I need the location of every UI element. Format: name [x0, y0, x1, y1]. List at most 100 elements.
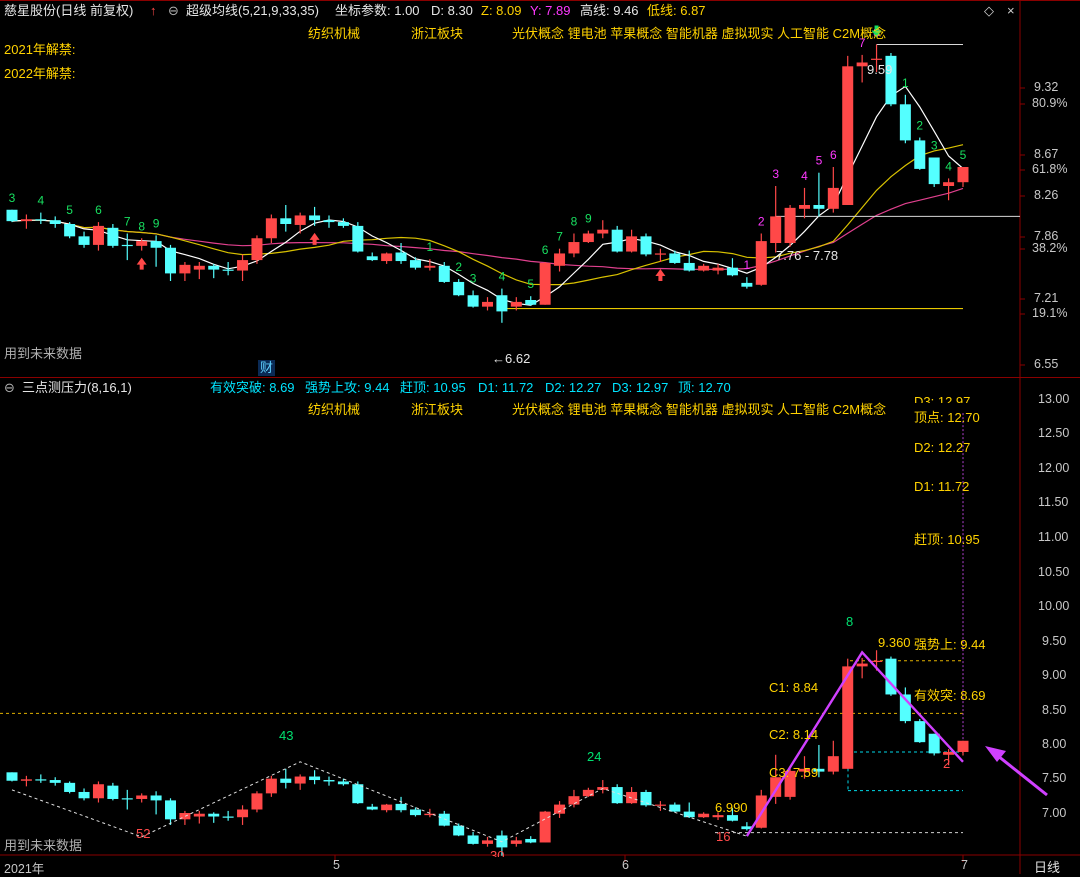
upper-candle-body	[251, 238, 263, 261]
upper-candle-body	[568, 242, 580, 254]
sequence-count: 3	[931, 139, 938, 153]
upper-candle-body	[20, 219, 32, 222]
upper-candle-body	[280, 218, 292, 224]
y-tick: 7.00	[1042, 806, 1067, 820]
concept-tags-lower[interactable]: 光伏概念 锂电池 苹果概念 智能机器 虚拟现实 人工智能 C2M概念	[512, 402, 886, 418]
label-d2: D2: 12.27	[914, 440, 971, 455]
stat-strong-attack: 强势上攻: 9.44	[305, 380, 390, 395]
sequence-count: 9	[585, 212, 592, 226]
lower-candle-body	[943, 751, 955, 755]
sequence-count: 3	[470, 272, 477, 286]
upper-candle-body	[179, 264, 191, 274]
signal-arrow-icon	[655, 269, 666, 281]
low-line-value: 低线: 6.87	[647, 3, 706, 18]
y-tick-pct: 61.8%	[1032, 162, 1068, 176]
lower-candle-body	[467, 835, 479, 844]
y-tick-pct: 19.1%	[1032, 306, 1068, 320]
lower-indicator-title[interactable]: 三点测压力(8,16,1)	[22, 380, 132, 396]
lower-candle-body	[78, 791, 90, 799]
sequence-count: 3	[772, 167, 779, 181]
upper-candle-body	[237, 260, 249, 271]
diamond-icon[interactable]: ◇	[984, 3, 994, 19]
y-tick: 12.00	[1038, 461, 1070, 475]
y-tick: 7.50	[1042, 771, 1067, 785]
financial-badge[interactable]: 财	[258, 360, 276, 376]
stock-title[interactable]: 慈星股份(日线 前复权)	[4, 3, 133, 19]
lower-candle-body	[366, 806, 378, 810]
upper-candle-body	[395, 252, 407, 262]
upper-candle-body	[799, 205, 810, 209]
lower-candle-body	[510, 840, 522, 844]
sequence-count: 7	[556, 230, 563, 244]
upper-candle-body	[467, 295, 479, 307]
sequence-count: 2	[455, 260, 462, 274]
upper-candle-body	[136, 241, 148, 246]
close-icon[interactable]: ×	[1007, 3, 1015, 18]
lower-candle-body	[395, 803, 407, 811]
pane-separator	[0, 377, 1080, 378]
lower-candle-body	[914, 721, 926, 743]
label-peak-value: 9.360	[878, 635, 911, 650]
lower-candle-body	[193, 813, 205, 817]
sequence-count: 4	[499, 270, 506, 284]
lower-candle-body	[92, 784, 104, 799]
indicator-name[interactable]: 超级均线(5,21,9,33,35)	[186, 3, 319, 19]
lower-candle-body	[928, 733, 940, 754]
upper-candle-body	[309, 215, 321, 221]
upper-candle-body	[150, 241, 162, 248]
high-line-value: 高线: 9.46	[580, 3, 639, 18]
label-c2: C2: 8.14	[769, 727, 819, 742]
stat-top-chase: 赶顶: 10.95	[400, 380, 466, 395]
y-tick: 11.50	[1038, 495, 1069, 509]
concept-textile[interactable]: 纺织机械	[308, 26, 360, 42]
stat-d1: D1: 11.72	[478, 380, 534, 395]
concept-tags[interactable]: 光伏概念 锂电池 苹果概念 智能机器 虚拟现实 人工智能 C2M概念	[512, 26, 886, 42]
stat-top: 顶: 12.70	[678, 380, 731, 395]
lower-candle-body	[438, 813, 450, 826]
upper-candle-body	[165, 247, 176, 274]
label-top-chase: 赶顶: 10.95	[914, 532, 980, 547]
upper-candle-body	[193, 265, 205, 270]
z-value: Z: 8.09	[481, 3, 522, 18]
lower-candle-body	[957, 740, 969, 752]
lower-candle-body	[20, 779, 32, 781]
zigzag-count: 2	[943, 756, 951, 771]
sequence-count: 7	[124, 215, 131, 229]
upper-candle-body	[294, 215, 306, 225]
upper-candle-body	[770, 216, 782, 243]
concept-zhejiang-lower[interactable]: 浙江板块	[411, 402, 463, 418]
lower-candle-body	[49, 780, 61, 783]
y-tick: 7.21	[1034, 291, 1059, 305]
x-tick: 7	[961, 858, 968, 872]
upper-candle-body	[92, 225, 104, 245]
indicator-toggle-icon[interactable]: ⊖	[168, 3, 179, 19]
y-tick: 10.50	[1038, 565, 1070, 579]
sequence-count: 1	[427, 240, 434, 254]
y-tick: 11.00	[1038, 530, 1069, 544]
zigzag-count: 43	[279, 728, 294, 743]
lower-candle-body	[237, 809, 249, 818]
upper-candle-body	[496, 295, 508, 312]
concept-zhejiang[interactable]: 浙江板块	[411, 26, 463, 42]
lower-candle-body	[251, 793, 263, 810]
upper-candle-body	[712, 267, 724, 271]
upper-candle-body	[626, 236, 638, 252]
y-value: Y: 7.89	[530, 3, 571, 18]
period-button[interactable]: 日线	[1034, 857, 1060, 876]
label-c1: C1: 8.84	[769, 680, 819, 695]
upper-candle-body	[323, 220, 335, 223]
lower-toggle-icon[interactable]: ⊖	[4, 380, 15, 396]
lower-candle-body	[381, 804, 393, 811]
chart-canvas: 34567891234567891234567812345	[0, 0, 1080, 874]
upper-candle-body	[539, 262, 551, 305]
coord-params: 坐标参数: 1.00	[335, 3, 420, 18]
concept-textile-lower[interactable]: 纺织机械	[308, 402, 360, 418]
lower-candle-body	[352, 784, 364, 804]
upper-candle-body	[366, 256, 378, 261]
sequence-count: 1	[902, 76, 909, 90]
upper-candle-body	[554, 253, 566, 266]
sequence-count: 4	[37, 194, 44, 208]
y-tick: 8.26	[1034, 188, 1059, 202]
lower-candle-body	[222, 816, 234, 818]
future-data-note: 用到未来数据	[4, 346, 83, 361]
